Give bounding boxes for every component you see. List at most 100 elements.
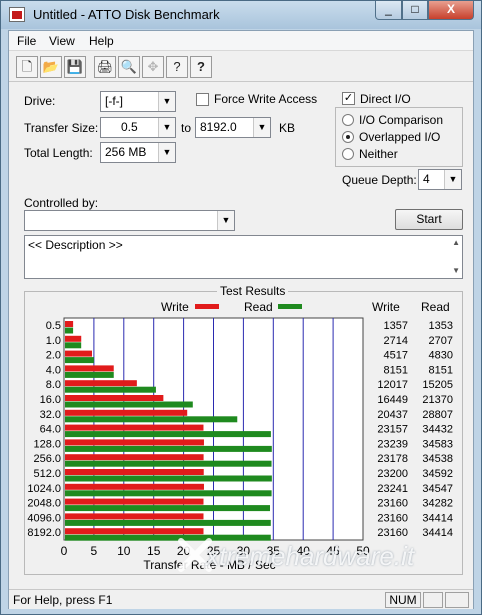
read-value: 34414 xyxy=(422,527,453,539)
read-value: 2707 xyxy=(429,335,453,347)
drive-label: Drive: xyxy=(24,94,56,108)
read-value: 34432 xyxy=(422,424,453,436)
chevron-down-icon: ▼ xyxy=(253,118,270,137)
read-bar xyxy=(65,445,272,452)
category-label: 4096.0 xyxy=(27,512,61,524)
start-button[interactable]: Start xyxy=(395,209,463,230)
write-value: 4517 xyxy=(384,350,408,362)
status-panel-empty xyxy=(423,592,443,608)
write-value: 23160 xyxy=(377,512,408,524)
watermark-text: xtremehardware.it xyxy=(206,541,415,571)
minimize-button[interactable]: _ xyxy=(375,1,402,20)
write-bar xyxy=(65,409,188,416)
new-document-icon[interactable]: 🗋 xyxy=(16,56,38,78)
context-help-icon[interactable]: ? xyxy=(190,56,212,78)
num-lock-indicator: NUM xyxy=(385,592,421,608)
results-chart: 0 5 10 15 20 25 30 35 40 45 50Transfer Rate - MB /… xyxy=(27,300,453,572)
chevron-down-icon: ▼ xyxy=(158,92,175,111)
x-tick-label: 15 xyxy=(147,544,161,558)
queue-depth-select[interactable]: 4 ▼ xyxy=(418,169,462,190)
category-label: 0.5 xyxy=(46,320,61,332)
write-value: 23178 xyxy=(377,453,408,465)
controlled-by-select[interactable]: ▼ xyxy=(24,210,235,231)
save-icon[interactable]: 💾 xyxy=(64,56,86,78)
print-icon[interactable]: 🖨 xyxy=(94,56,116,78)
queue-depth-value: 4 xyxy=(423,172,430,186)
transfer-to-select[interactable]: 8192.0 ▼ xyxy=(195,117,271,138)
write-value: 23200 xyxy=(377,468,408,480)
client-area: File View Help 🗋 📂 💾 🖨 🔍 ✥ ? ? Drive: [-… xyxy=(8,30,474,609)
read-value: 21370 xyxy=(422,394,453,406)
read-bar xyxy=(65,401,193,408)
x-tick-label: 10 xyxy=(117,544,131,558)
write-bar xyxy=(65,454,204,461)
total-length-label: Total Length: xyxy=(24,146,93,160)
close-button[interactable]: X xyxy=(428,1,474,20)
category-label: 32.0 xyxy=(40,409,61,421)
app-window: Untitled - ATTO Disk Benchmark _ □ X Fil… xyxy=(0,0,482,615)
io-comparison-radio[interactable] xyxy=(342,114,354,126)
menu-help[interactable]: Help xyxy=(89,34,114,48)
total-length-select[interactable]: 256 MB ▼ xyxy=(100,142,176,163)
overlapped-io-radio[interactable] xyxy=(342,131,354,143)
chevron-down-icon: ▼ xyxy=(444,170,461,189)
status-text: For Help, press F1 xyxy=(13,593,113,607)
write-bar xyxy=(65,498,204,505)
write-value: 23160 xyxy=(377,527,408,539)
read-value: 4830 xyxy=(429,350,453,362)
maximize-button[interactable]: □ xyxy=(402,1,428,20)
category-label: 16.0 xyxy=(40,394,61,406)
neither-radio[interactable] xyxy=(342,148,354,160)
read-bar xyxy=(65,371,114,378)
x-tick-label: 5 xyxy=(91,544,98,558)
scroll-down-icon[interactable]: ▼ xyxy=(452,266,460,275)
status-bar: For Help, press F1 NUM xyxy=(9,589,473,609)
write-value: 23157 xyxy=(377,424,408,436)
category-label: 128.0 xyxy=(33,438,61,450)
read-bar xyxy=(65,386,156,393)
force-write-checkbox[interactable] xyxy=(196,93,209,106)
help-icon[interactable]: ? xyxy=(166,56,188,78)
transfer-from-select[interactable]: 0.5 ▼ xyxy=(100,117,176,138)
legend-write-swatch xyxy=(195,304,219,309)
description-box[interactable]: << Description >> ▲ ▼ xyxy=(24,235,463,279)
title-bar[interactable]: Untitled - ATTO Disk Benchmark _ □ X xyxy=(1,1,481,29)
open-folder-icon[interactable]: 📂 xyxy=(40,56,62,78)
menu-file[interactable]: File xyxy=(17,34,36,48)
menu-view[interactable]: View xyxy=(49,34,75,48)
write-value: 12017 xyxy=(377,379,408,391)
menu-bar: File View Help xyxy=(9,31,473,51)
description-text: << Description >> xyxy=(28,238,123,252)
to-label: to xyxy=(181,121,192,135)
read-bar xyxy=(65,357,94,364)
category-label: 4.0 xyxy=(46,364,61,376)
read-value: 28807 xyxy=(422,409,453,421)
scroll-up-icon[interactable]: ▲ xyxy=(452,238,460,247)
io-comparison-label: I/O Comparison xyxy=(359,113,444,127)
legend-read-swatch xyxy=(278,304,302,309)
print-preview-icon[interactable]: 🔍 xyxy=(118,56,140,78)
write-bar xyxy=(65,528,204,535)
direct-io-checkbox[interactable]: ✓ xyxy=(342,92,355,105)
toolbar: 🗋 📂 💾 🖨 🔍 ✥ ? ? xyxy=(9,52,473,82)
read-value: 34547 xyxy=(422,483,453,495)
queue-depth-label: Queue Depth: xyxy=(342,173,417,187)
read-bar xyxy=(65,490,272,497)
x-tick-label: 0 xyxy=(61,544,68,558)
write-bar xyxy=(65,380,137,387)
read-value: 34282 xyxy=(422,498,453,510)
write-bar xyxy=(65,439,204,446)
read-value: 34538 xyxy=(422,453,453,465)
drive-select[interactable]: [-f-] ▼ xyxy=(100,91,176,112)
read-bar xyxy=(65,505,271,512)
read-value: 34592 xyxy=(422,468,453,480)
write-value: 16449 xyxy=(377,394,408,406)
controlled-by-label: Controlled by: xyxy=(24,196,99,210)
read-value: 1353 xyxy=(429,320,453,332)
read-value: 15205 xyxy=(422,379,453,391)
category-label: 2048.0 xyxy=(27,498,61,510)
force-write-label: Force Write Access xyxy=(214,92,318,106)
category-label: 256.0 xyxy=(33,453,61,465)
move-icon: ✥ xyxy=(142,56,164,78)
write-bar xyxy=(65,395,164,401)
